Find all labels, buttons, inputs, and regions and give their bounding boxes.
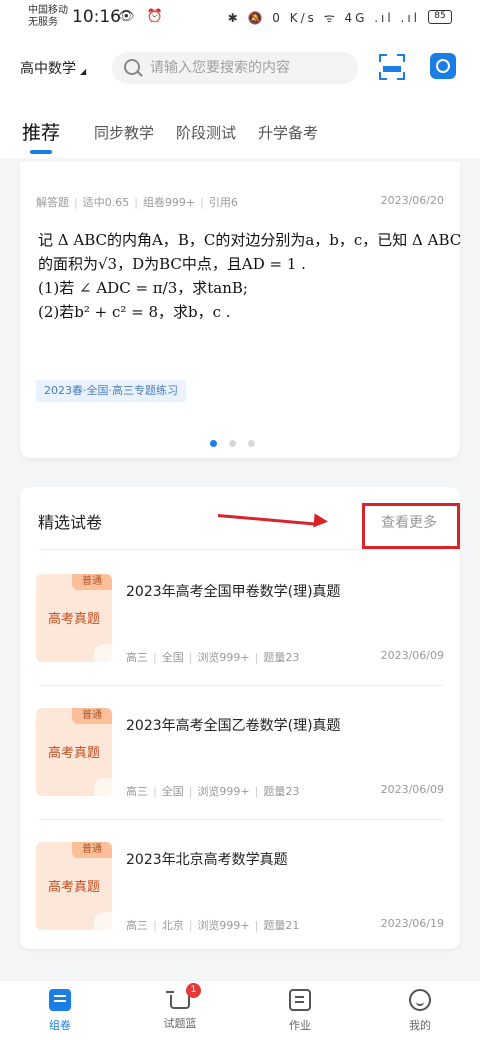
paper-region: 北京 [161,919,184,932]
view-more-label: 查看更多 [381,515,437,531]
tab-indicator [30,150,52,154]
view-more-button[interactable]: 查看更多 [362,503,460,549]
paper-thumbnail: 普通 高考真题 [36,842,112,930]
status-icons-left: 👁 ⏰ [118,9,167,24]
subject-selector[interactable]: 高中数学 ◢ [20,58,86,78]
question-card[interactable]: 解答题 | 适中0.65 | 组卷999+ | 引用6 2023/06/20 记 Δ ABC… [20,162,462,458]
paper-meta: 高三 | 北京 | 浏览999+ | 题量21 [126,919,300,932]
category-tabs: 推荐 同步教学 阶段测试 升学备考 [0,114,480,158]
paper-grade: 高三 [126,651,148,664]
basket-count-badge: 1 [186,983,201,998]
question-line: (2)若b² + c² = 8，求b，c . [38,303,231,321]
nav-label: 试题篮 [163,1017,197,1030]
paper-date: 2023/06/19 [380,917,444,930]
homework-icon [289,989,311,1011]
subject-label: 高中数学 [20,61,76,77]
paper-thumb-label: 高考真题 [47,612,100,627]
nav-basket[interactable]: 1 试题篮 [140,983,220,1031]
paper-item[interactable]: 普通 高考真题 2023年高考全国甲卷数学(理)真题 高三 | 全国 | 浏览999+ |… [20,551,460,685]
carousel-dot[interactable] [248,440,255,447]
tab-recommend[interactable]: 推荐 [22,118,60,145]
paper-badge: 普通 [72,574,112,590]
profile-icon [409,989,431,1011]
paper-item[interactable]: 普通 高考真题 2023年北京高考数学真题 高三 | 北京 | 浏览999+ | 题量21 … [20,819,460,953]
paper-thumbnail: 普通 高考真题 [36,708,112,796]
question-date: 2023/06/20 [380,194,444,207]
carousel-dot[interactable] [210,440,217,447]
carrier-info: 中国移动 无服务 [28,5,68,29]
question-line: (1)若 ∠ ADC = π/3，求tanB; [38,279,248,297]
tab-sync-teaching[interactable]: 同步教学 [94,122,154,143]
paper-thumb-label: 高考真题 [47,880,100,895]
paper-meta: 高三 | 全国 | 浏览999+ | 题量23 [126,785,300,798]
section-title: 精选试卷 [38,513,103,532]
paper-question-count: 题量23 [263,785,300,798]
nav-compose[interactable]: 组卷 [20,989,100,1033]
paper-date: 2023/06/09 [380,783,444,796]
paper-title: 2023年高考全国乙卷数学(理)真题 [126,718,341,734]
nav-homework[interactable]: 作业 [260,989,340,1033]
camera-icon[interactable] [430,53,456,79]
paper-views: 浏览999+ [197,785,250,798]
paper-region: 全国 [161,651,184,664]
clock: 10:16 [72,7,121,27]
paper-grade: 高三 [126,919,148,932]
nav-label: 组卷 [49,1019,71,1032]
question-source-tag[interactable]: 2023春·全国·高三专题练习 [36,380,186,402]
search-icon [124,59,140,75]
question-line: 的面积为√3，D为BC中点，且AD = 1 . [38,255,306,273]
tab-exam-prep[interactable]: 升学备考 [258,122,318,143]
paper-title: 2023年高考全国甲卷数学(理)真题 [126,584,341,600]
paper-item[interactable]: 普通 高考真题 2023年高考全国乙卷数学(理)真题 高三 | 全国 | 浏览999+ |… [20,685,460,819]
question-body: 记 Δ ABC的内角A，B，C的对边分别为a，b，c，已知 Δ ABC 的面积为… [38,228,462,324]
carousel-dot[interactable] [229,440,236,447]
question-difficulty: 适中0.65 [82,196,130,209]
bottom-nav: 组卷 1 试题篮 作业 我的 [0,980,480,1040]
annotation-arrow [217,510,330,529]
search-input[interactable] [150,52,350,84]
paper-date: 2023/06/09 [380,649,444,662]
status-icons-right: ✱ 🔕 0 K/s ᯤ 4G .ıl .ıl [227,11,420,25]
question-line: 记 Δ ABC的内角A，B，C的对边分别为a，b，c，已知 Δ ABC [38,231,462,249]
carrier-service: 无服务 [28,17,58,28]
paper-question-count: 题量23 [263,651,300,664]
battery-icon: 85 [428,10,452,24]
scan-icon[interactable] [379,54,405,80]
search-bar[interactable] [112,52,358,84]
paper-thumbnail: 普通 高考真题 [36,574,112,662]
paper-views: 浏览999+ [197,919,250,932]
nav-label: 作业 [289,1019,311,1032]
compose-icon [49,989,71,1011]
paper-thumb-label: 高考真题 [47,746,100,761]
featured-papers-section: 精选试卷 查看更多 普通 高考真题 2023年高考全国甲卷数学(理)真题 高三 |… [20,487,460,949]
paper-grade: 高三 [126,785,148,798]
question-citations: 引用6 [208,196,238,209]
paper-badge: 普通 [72,842,112,858]
paper-title: 2023年北京高考数学真题 [126,852,288,868]
carrier-name: 中国移动 [28,5,68,16]
paper-badge: 普通 [72,708,112,724]
question-usage: 组卷999+ [142,196,196,209]
app-header: 高中数学 ◢ 推荐 同步教学 阶段测试 升学备考 [0,36,480,158]
carousel-dots [210,432,267,451]
paper-question-count: 题量21 [263,919,300,932]
nav-profile[interactable]: 我的 [380,989,460,1033]
status-bar: 中国移动 无服务 10:16 👁 ⏰ ✱ 🔕 0 K/s ᯤ 4G .ıl .ı… [0,0,480,36]
question-meta: 解答题 | 适中0.65 | 组卷999+ | 引用6 [36,196,238,209]
paper-region: 全国 [161,785,184,798]
tab-stage-test[interactable]: 阶段测试 [176,122,236,143]
divider [38,549,444,550]
caret-down-icon: ◢ [80,67,87,76]
question-type: 解答题 [36,196,69,209]
basket-icon [166,991,190,1009]
paper-views: 浏览999+ [197,651,250,664]
nav-label: 我的 [409,1019,431,1032]
paper-meta: 高三 | 全国 | 浏览999+ | 题量23 [126,651,300,664]
